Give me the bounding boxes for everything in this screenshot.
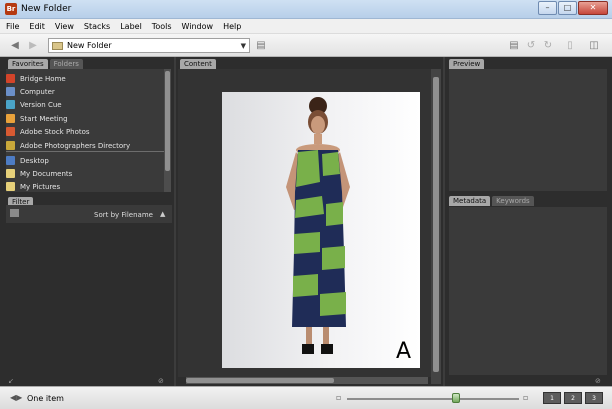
bridge-app-icon: Br — [5, 3, 17, 15]
favorite-item-icon — [6, 87, 15, 96]
menu-edit[interactable]: Edit — [29, 22, 45, 31]
favorite-item-label: My Documents — [20, 169, 73, 178]
sort-direction-icon[interactable]: ▲ — [160, 210, 165, 218]
favorite-item-icon — [6, 114, 15, 123]
photo-corner-letter: A — [395, 339, 411, 364]
menu-bar: File Edit View Stacks Label Tools Window… — [0, 19, 612, 34]
folder-icon — [52, 42, 63, 50]
favorite-item-label: My Pictures — [20, 182, 61, 191]
favorite-item[interactable]: Desktop — [6, 154, 49, 167]
content-vertical-thumb[interactable] — [433, 77, 439, 372]
preview-area — [449, 69, 607, 191]
status-item-count: One item — [27, 394, 64, 403]
status-bar: ◀▶ One item ▫ ▫ 1 2 3 — [0, 386, 612, 409]
go-up-folder-icon[interactable]: ▤ — [255, 40, 267, 51]
favorite-item-icon — [6, 100, 15, 109]
favorite-item-icon — [6, 141, 15, 150]
metadata-delete-icon[interactable]: ⊘ — [595, 377, 601, 385]
tab-content[interactable]: Content — [180, 59, 216, 69]
zoom-out-icon[interactable]: ▫ — [336, 393, 341, 402]
toolbar: ◀ ▶ New Folder ▼ ▤ ▤ ↺ ↻ ▯ ◫ — [0, 34, 612, 57]
panel-toggle-icon[interactable]: ◀▶ — [10, 393, 22, 402]
view-button-3[interactable]: 3 — [585, 392, 603, 404]
maximize-button[interactable]: □ — [558, 1, 577, 15]
favorite-item[interactable]: Bridge Home — [6, 72, 66, 85]
menu-file[interactable]: File — [6, 22, 19, 31]
favorite-item-label: Adobe Photographers Directory — [20, 141, 131, 150]
tab-favorites[interactable]: Favorites — [8, 59, 48, 69]
preview-panel-tabs: Preview — [449, 59, 485, 69]
path-dropdown[interactable]: New Folder ▼ — [48, 38, 250, 53]
content-vertical-scrollbar[interactable] — [431, 69, 441, 384]
sort-by-filename[interactable]: Sort by Filename — [94, 211, 153, 219]
clear-filter-icon[interactable]: ⊘ — [158, 377, 164, 385]
favorite-item-label: Adobe Stock Photos — [20, 127, 90, 136]
content-panel-tabs: Content — [180, 59, 216, 69]
favorite-item-icon — [6, 169, 15, 178]
filter-icon[interactable] — [10, 209, 19, 217]
favorite-item[interactable]: My Pictures — [6, 180, 60, 193]
favorite-item-icon — [6, 156, 15, 165]
menu-window[interactable]: Window — [182, 22, 214, 31]
tab-metadata[interactable]: Metadata — [449, 196, 491, 206]
favorite-item[interactable]: Computer — [6, 85, 55, 98]
metadata-panel-tabs: Metadata Keywords — [449, 196, 534, 206]
tab-keywords[interactable]: Keywords — [492, 196, 534, 206]
favorites-scrollbar[interactable] — [164, 69, 171, 192]
content-horizontal-thumb[interactable] — [186, 378, 334, 383]
menu-tools[interactable]: Tools — [152, 22, 172, 31]
new-folder-icon[interactable]: ▤ — [508, 40, 520, 51]
menu-stacks[interactable]: Stacks — [84, 22, 110, 31]
favorite-item-icon — [6, 182, 15, 191]
slider-handle[interactable] — [452, 393, 460, 403]
favorite-item[interactable]: Start Meeting — [6, 112, 68, 125]
rotate-right-icon[interactable]: ↻ — [542, 40, 554, 51]
favorite-item[interactable]: My Documents — [6, 167, 72, 180]
view-button-1[interactable]: 1 — [543, 392, 561, 404]
favorite-item-icon — [6, 127, 15, 136]
favorite-item-label: Desktop — [20, 156, 49, 165]
minimize-button[interactable]: – — [538, 1, 557, 15]
forward-arrow-icon[interactable]: ▶ — [27, 40, 39, 51]
close-button[interactable]: ✕ — [578, 1, 608, 15]
filter-expand-icon[interactable]: ↙ — [8, 377, 14, 385]
photo-thumbnail[interactable]: A — [222, 92, 420, 368]
zoom-in-icon[interactable]: ▫ — [523, 393, 528, 402]
metadata-area — [449, 207, 607, 375]
content-horizontal-scrollbar[interactable] — [186, 377, 428, 384]
path-value: New Folder — [67, 41, 112, 50]
trash-icon[interactable]: ▯ — [564, 40, 576, 51]
favorite-item[interactable]: Version Cue — [6, 98, 62, 111]
thumbnail-size-slider[interactable] — [347, 398, 519, 400]
back-arrow-icon[interactable]: ◀ — [9, 40, 21, 51]
tab-folders[interactable]: Folders — [49, 59, 83, 69]
compact-mode-icon[interactable]: ◫ — [588, 40, 600, 51]
favorite-item[interactable]: Adobe Stock Photos — [6, 125, 90, 138]
view-button-2[interactable]: 2 — [564, 392, 582, 404]
favorite-item-label: Computer — [20, 87, 55, 96]
menu-label[interactable]: Label — [120, 22, 142, 31]
favorite-item-label: Bridge Home — [20, 74, 66, 83]
left-panel-tabs: Favorites Folders — [8, 59, 83, 69]
title-bar: Br New Folder – □ ✕ — [0, 0, 612, 19]
window-controls: – □ ✕ — [538, 1, 608, 15]
tab-preview[interactable]: Preview — [449, 59, 485, 69]
menu-help[interactable]: Help — [223, 22, 241, 31]
favorite-item-icon — [6, 74, 15, 83]
favorites-scroll-thumb[interactable] — [165, 71, 170, 171]
filter-panel — [0, 196, 174, 386]
favorite-item-label: Start Meeting — [20, 114, 68, 123]
chevron-down-icon[interactable]: ▼ — [241, 42, 246, 50]
favorite-item-label: Version Cue — [20, 100, 62, 109]
model-illustration — [286, 97, 350, 354]
window-title: New Folder — [21, 4, 72, 14]
menu-view[interactable]: View — [55, 22, 74, 31]
rotate-left-icon[interactable]: ↺ — [525, 40, 537, 51]
favorites-separator — [6, 151, 164, 152]
